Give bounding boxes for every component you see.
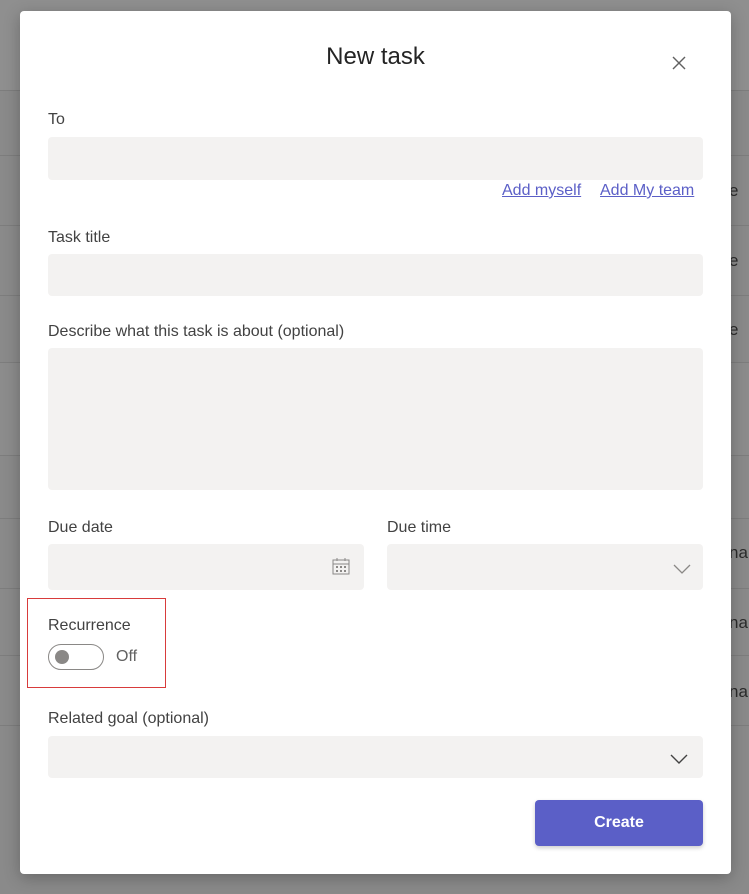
create-button[interactable]: Create	[535, 800, 703, 846]
recurrence-highlight-box	[27, 598, 166, 688]
recurrence-state-text: Off	[116, 648, 138, 665]
related-goal-label: Related goal (optional)	[48, 710, 209, 727]
chevron-down-icon	[670, 751, 688, 769]
related-goal-dropdown[interactable]	[48, 736, 703, 778]
calendar-icon[interactable]	[332, 558, 350, 580]
description-textarea[interactable]	[48, 348, 703, 490]
task-title-input[interactable]	[48, 254, 703, 296]
background-row-text: na	[729, 682, 748, 701]
due-time-label: Due time	[387, 519, 452, 536]
due-date-label: Due date	[48, 519, 113, 536]
description-label: Describe what this task is about (option…	[48, 323, 345, 340]
due-time-dropdown[interactable]	[387, 544, 703, 590]
background-row-text: e	[729, 251, 739, 270]
background-row-text: e	[729, 181, 739, 200]
chevron-down-icon	[673, 561, 691, 579]
recurrence-label: Recurrence	[48, 617, 131, 634]
new-task-dialog: New task To Add myself Add My team Task …	[20, 11, 731, 874]
toggle-knob	[55, 650, 69, 664]
background-row-text: e	[729, 320, 739, 339]
to-input[interactable]	[48, 137, 703, 180]
recurrence-toggle[interactable]	[48, 644, 104, 670]
task-title-label: Task title	[48, 229, 111, 246]
background-row-text: na	[729, 613, 748, 632]
background-row-text: na	[729, 543, 748, 562]
dialog-title: New task	[326, 43, 425, 70]
to-label: To	[48, 111, 65, 128]
add-my-team-link[interactable]: Add My team	[600, 182, 694, 200]
add-myself-link[interactable]: Add myself	[502, 182, 581, 200]
close-icon[interactable]	[670, 54, 688, 72]
due-date-input[interactable]	[48, 544, 364, 590]
